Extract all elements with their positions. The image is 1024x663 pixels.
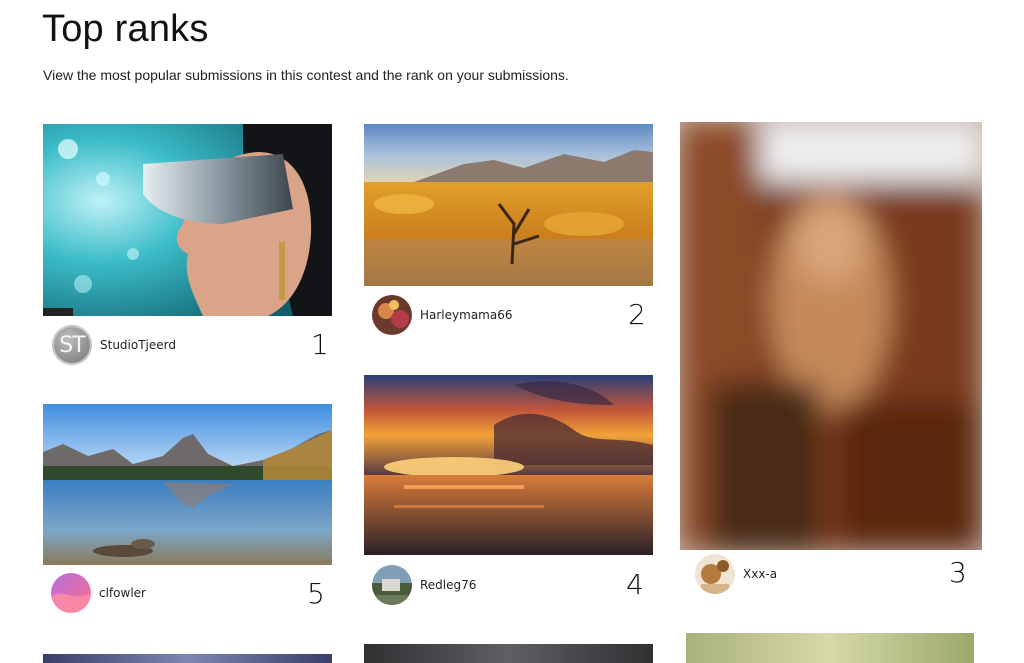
submission-photo-5[interactable] bbox=[43, 404, 332, 565]
rank-number: 4 bbox=[626, 568, 644, 601]
submission-photo-3[interactable] bbox=[680, 122, 982, 550]
submission-card-4[interactable]: Redleg76 4 bbox=[364, 375, 653, 607]
submission-card-3[interactable]: Xxx-a 3 bbox=[680, 122, 982, 602]
submission-meta-4: Redleg76 bbox=[372, 565, 476, 605]
user-avatar[interactable] bbox=[51, 573, 91, 613]
submission-photo-8[interactable] bbox=[686, 633, 974, 663]
user-avatar[interactable] bbox=[372, 565, 412, 605]
username[interactable]: Xxx-a bbox=[743, 567, 777, 581]
user-avatar[interactable] bbox=[372, 295, 412, 335]
submission-card-5[interactable]: clfowler 5 bbox=[43, 404, 332, 620]
page-subtitle: View the most popular submissions in thi… bbox=[43, 67, 569, 83]
submission-meta-2: Harleymama66 bbox=[372, 295, 512, 335]
username[interactable]: Redleg76 bbox=[420, 578, 476, 592]
rank-number: 5 bbox=[307, 577, 325, 610]
username[interactable]: Harleymama66 bbox=[420, 308, 512, 322]
user-avatar[interactable]: ST bbox=[52, 325, 92, 365]
submission-meta-3: Xxx-a bbox=[695, 554, 777, 594]
username[interactable]: StudioTjeerd bbox=[100, 338, 176, 352]
submission-card-2[interactable]: Harleymama66 2 bbox=[364, 124, 653, 344]
submission-meta-1: ST StudioTjeerd bbox=[52, 325, 176, 365]
rank-number: 2 bbox=[628, 298, 646, 331]
submission-card-1[interactable]: ST StudioTjeerd 1 bbox=[43, 124, 332, 374]
username[interactable]: clfowler bbox=[99, 586, 146, 600]
submission-photo-1[interactable] bbox=[43, 124, 332, 316]
user-avatar[interactable] bbox=[695, 554, 735, 594]
submission-photo-4[interactable] bbox=[364, 375, 653, 555]
page-title: Top ranks bbox=[42, 8, 209, 50]
submission-photo-7[interactable] bbox=[364, 644, 653, 663]
submission-photo-6[interactable] bbox=[43, 654, 332, 663]
submission-meta-5: clfowler bbox=[51, 573, 146, 613]
submission-photo-2[interactable] bbox=[364, 124, 653, 286]
rank-number: 3 bbox=[949, 556, 967, 589]
rank-number: 1 bbox=[311, 328, 329, 361]
